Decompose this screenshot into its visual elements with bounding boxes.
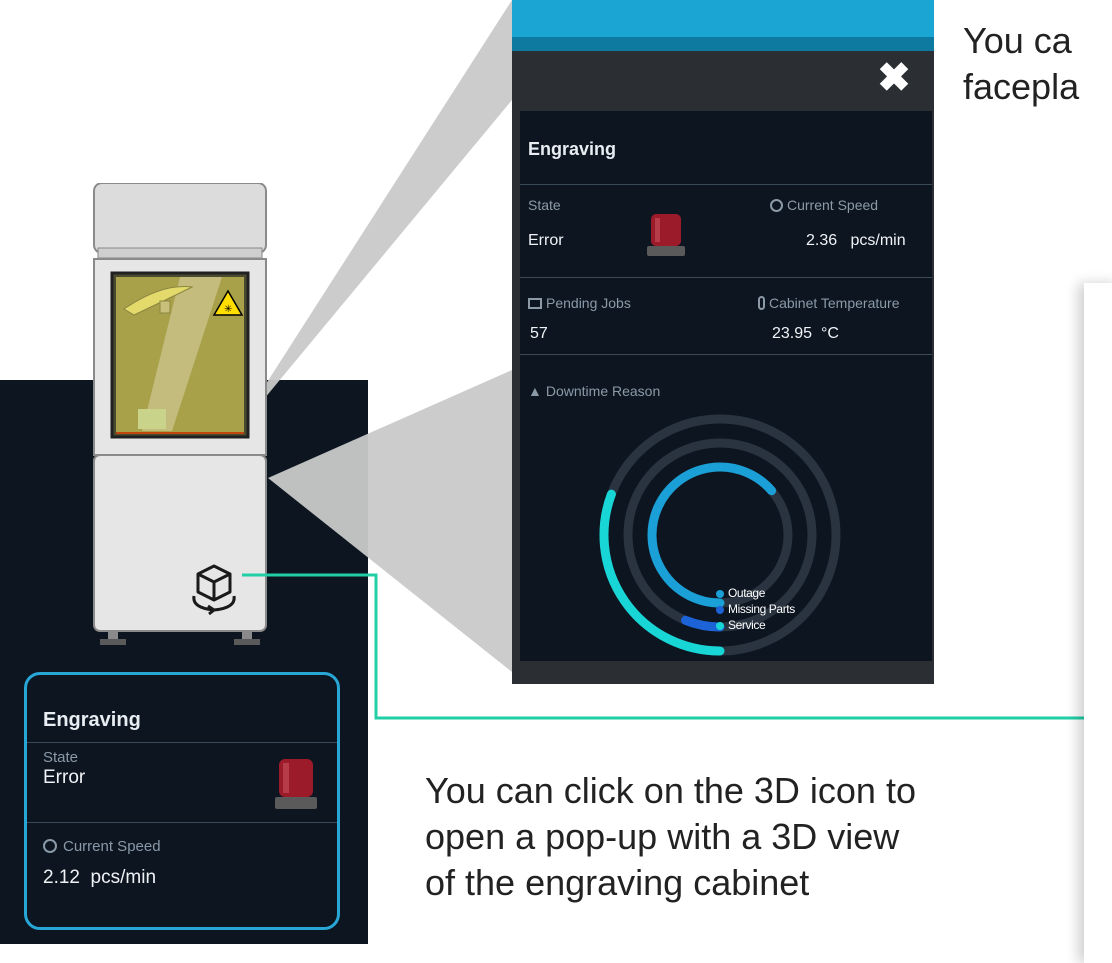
status-card[interactable]: Engraving State Error Current Speed 2.12…: [24, 672, 340, 930]
pending-jobs-value: 57: [530, 325, 548, 342]
popup-title: Engraving: [528, 139, 617, 159]
missing-parts-arc: [681, 615, 725, 632]
speed-value: 2.36 pcs/min: [806, 232, 906, 249]
state-label: State: [43, 749, 79, 766]
divider: [27, 742, 337, 743]
speed-label: Current Speed: [770, 197, 878, 213]
cabinet-temperature-value: 23.95 °C: [772, 325, 839, 342]
close-icon[interactable]: ✖: [874, 58, 914, 98]
side-card: [1084, 283, 1112, 963]
divider: [520, 184, 932, 185]
state-value: Error: [528, 232, 564, 249]
downtime-reason-label: ▲ Downtime Reason: [528, 383, 661, 399]
outage-arc: [647, 462, 777, 608]
popup-content: Engraving State Error Current Speed 2.36…: [520, 111, 932, 661]
pending-jobs-label: Pending Jobs: [528, 295, 631, 311]
alarm-beacon-icon: [275, 759, 317, 809]
popup-header-strip: [512, 37, 934, 51]
cabinet-temperature-label: Cabinet Temperature: [758, 295, 899, 311]
detail-popup: ✖ Engraving State Error Current Speed 2.…: [512, 0, 934, 684]
speed-label: Current Speed: [43, 838, 161, 855]
clock-icon: [43, 839, 57, 853]
alarm-beacon-icon: [647, 214, 685, 256]
clock-icon: [770, 199, 783, 212]
state-value: Error: [43, 767, 86, 788]
warning-icon: ▲: [528, 383, 542, 399]
legend-service: Service: [716, 618, 766, 632]
legend-missing-parts: Missing Parts: [716, 602, 795, 616]
speed-value: 2.12 pcs/min: [43, 867, 157, 888]
divider: [520, 354, 932, 355]
list-icon: [528, 298, 542, 309]
annotation-3d-icon: You can click on the 3D icon to open a p…: [425, 770, 916, 903]
annotation-top-right: You ca facepla: [963, 20, 1080, 107]
card-title: Engraving: [43, 709, 141, 731]
divider: [27, 822, 337, 823]
popup-header-bar: [512, 0, 934, 37]
thermometer-icon: [758, 296, 765, 310]
legend-outage: Outage: [716, 586, 765, 600]
state-label: State: [528, 197, 561, 213]
divider: [520, 277, 932, 278]
